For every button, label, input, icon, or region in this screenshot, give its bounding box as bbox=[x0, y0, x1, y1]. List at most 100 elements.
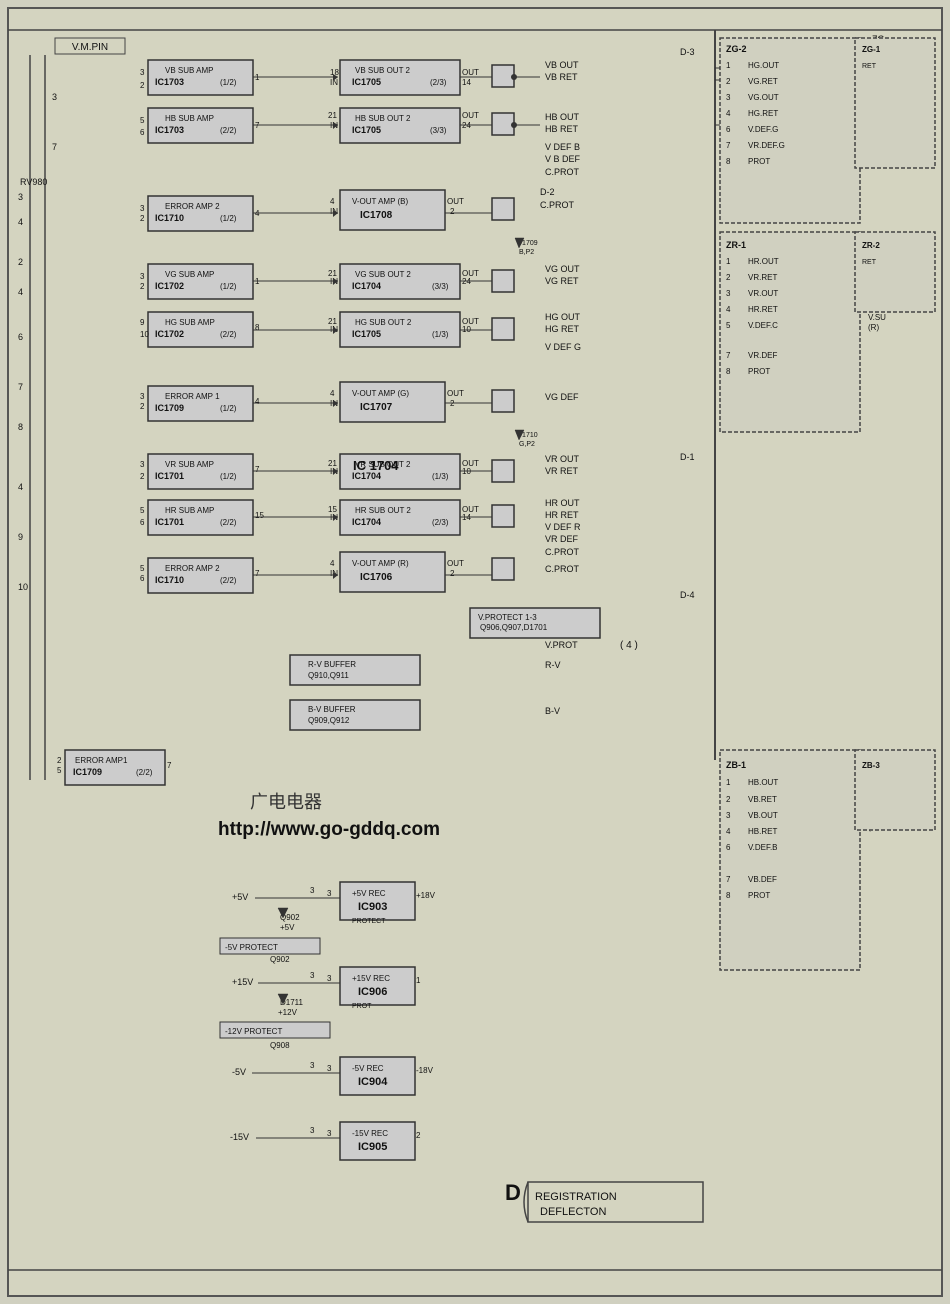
svg-text:3: 3 bbox=[140, 272, 145, 281]
svg-text:VR.DEF.G: VR.DEF.G bbox=[748, 141, 785, 150]
svg-text:ERROR AMP 1: ERROR AMP 1 bbox=[165, 392, 220, 401]
svg-text:6: 6 bbox=[140, 128, 145, 137]
svg-text:V B DEF: V B DEF bbox=[545, 154, 581, 164]
svg-text:3: 3 bbox=[310, 1061, 315, 1070]
svg-text:(1/3): (1/3) bbox=[432, 330, 449, 339]
svg-text:Q910,Q911: Q910,Q911 bbox=[308, 671, 349, 680]
svg-text:(1/2): (1/2) bbox=[220, 214, 237, 223]
svg-text:IC1701: IC1701 bbox=[155, 517, 184, 527]
section-name-line2: DEFLECTON bbox=[540, 1206, 606, 1218]
svg-text:HG.RET: HG.RET bbox=[748, 109, 778, 118]
svg-text:Q902: Q902 bbox=[270, 955, 290, 964]
svg-text:R-V BUFFER: R-V BUFFER bbox=[308, 660, 356, 669]
svg-text:2: 2 bbox=[140, 472, 145, 481]
svg-text:4: 4 bbox=[330, 389, 335, 398]
svg-text:IC1709: IC1709 bbox=[155, 403, 184, 413]
svg-text:(1/2): (1/2) bbox=[220, 78, 237, 87]
svg-text:7: 7 bbox=[726, 875, 731, 884]
svg-text:OUT: OUT bbox=[447, 197, 464, 206]
svg-text:IC1708: IC1708 bbox=[360, 210, 393, 221]
svg-text:8: 8 bbox=[255, 323, 260, 332]
svg-text:VG SUB OUT 2: VG SUB OUT 2 bbox=[355, 270, 411, 279]
svg-text:G,P2: G,P2 bbox=[519, 441, 535, 448]
svg-text:V-OUT AMP (G): V-OUT AMP (G) bbox=[352, 389, 409, 398]
svg-text:Q908: Q908 bbox=[270, 1041, 290, 1050]
svg-text:VG RET: VG RET bbox=[545, 276, 579, 286]
svg-text:VR OUT: VR OUT bbox=[545, 454, 580, 464]
svg-text:B,P2: B,P2 bbox=[519, 249, 534, 256]
svg-text:IC905: IC905 bbox=[358, 1141, 387, 1153]
svg-text:HR OUT: HR OUT bbox=[545, 498, 580, 508]
svg-text:V.PROTECT 1-3: V.PROTECT 1-3 bbox=[478, 613, 537, 622]
svg-text:4: 4 bbox=[18, 287, 23, 297]
svg-text:6: 6 bbox=[726, 843, 731, 852]
svg-text:C.PROT: C.PROT bbox=[545, 564, 580, 574]
svg-text:V DEF B: V DEF B bbox=[545, 142, 580, 152]
svg-text:VG DEF: VG DEF bbox=[545, 392, 579, 402]
svg-text:8: 8 bbox=[726, 367, 731, 376]
svg-text:9: 9 bbox=[140, 318, 145, 327]
svg-text:4: 4 bbox=[255, 397, 260, 406]
svg-text:1: 1 bbox=[726, 778, 731, 787]
svg-text:ERROR AMP 2: ERROR AMP 2 bbox=[165, 564, 220, 573]
svg-text:+12V: +12V bbox=[278, 1008, 298, 1017]
svg-text:D-3: D-3 bbox=[680, 47, 695, 57]
svg-text:2: 2 bbox=[140, 282, 145, 291]
svg-text:V.PROT: V.PROT bbox=[545, 640, 578, 650]
svg-text:HB OUT: HB OUT bbox=[545, 112, 580, 122]
svg-text:OUT: OUT bbox=[447, 389, 464, 398]
svg-text:VG.OUT: VG.OUT bbox=[748, 93, 779, 102]
svg-text:2: 2 bbox=[450, 207, 455, 216]
svg-text:21: 21 bbox=[328, 111, 337, 120]
svg-text:HR.OUT: HR.OUT bbox=[748, 257, 779, 266]
svg-text:3: 3 bbox=[726, 811, 731, 820]
svg-text:VG SUB AMP: VG SUB AMP bbox=[165, 270, 214, 279]
svg-text:(3/3): (3/3) bbox=[432, 282, 449, 291]
svg-text:(1/2): (1/2) bbox=[220, 404, 237, 413]
svg-text:IC1710: IC1710 bbox=[155, 213, 184, 223]
svg-text:(2/2): (2/2) bbox=[220, 330, 237, 339]
svg-text:+15V REC: +15V REC bbox=[352, 974, 390, 983]
svg-text:-15V: -15V bbox=[230, 1132, 249, 1142]
svg-text:VR RET: VR RET bbox=[545, 466, 579, 476]
svg-text:3: 3 bbox=[327, 1064, 332, 1073]
svg-text:7: 7 bbox=[167, 761, 172, 770]
svg-text:(R): (R) bbox=[868, 323, 879, 332]
svg-text:HG.OUT: HG.OUT bbox=[748, 61, 779, 70]
svg-text:HB.OUT: HB.OUT bbox=[748, 778, 778, 787]
svg-text:4: 4 bbox=[18, 217, 23, 227]
svg-text:6: 6 bbox=[140, 518, 145, 527]
svg-text:Q909,Q912: Q909,Q912 bbox=[308, 716, 350, 725]
svg-text:3: 3 bbox=[140, 392, 145, 401]
svg-text:3: 3 bbox=[140, 68, 145, 77]
svg-text:7: 7 bbox=[726, 141, 731, 150]
svg-text:V DEF R: V DEF R bbox=[545, 522, 581, 532]
svg-text:IC1705: IC1705 bbox=[352, 125, 381, 135]
svg-text:8: 8 bbox=[726, 157, 731, 166]
svg-text:HG OUT: HG OUT bbox=[545, 312, 581, 322]
svg-text:HB.RET: HB.RET bbox=[748, 827, 777, 836]
svg-text:( 4 ): ( 4 ) bbox=[620, 640, 638, 651]
svg-text:6: 6 bbox=[140, 574, 145, 583]
schematic-svg: V.M.PIN RV980 3 7 3 4 2 4 6 7 8 4 9 10 V… bbox=[0, 0, 950, 1304]
svg-text:2: 2 bbox=[140, 81, 145, 90]
svg-text:VG OUT: VG OUT bbox=[545, 264, 580, 274]
svg-text:6: 6 bbox=[18, 332, 23, 342]
svg-text:IC904: IC904 bbox=[358, 1076, 388, 1088]
svg-text:+15V: +15V bbox=[232, 977, 253, 987]
svg-text:RET: RET bbox=[862, 259, 877, 266]
svg-text:7: 7 bbox=[726, 351, 731, 360]
svg-text:-15V REC: -15V REC bbox=[352, 1129, 388, 1138]
svg-text:VR DEF: VR DEF bbox=[545, 534, 579, 544]
svg-text:4: 4 bbox=[18, 482, 23, 492]
svg-text:(1/3): (1/3) bbox=[432, 472, 449, 481]
svg-text:VG.RET: VG.RET bbox=[748, 77, 778, 86]
ic1704-label: IC 1704 bbox=[353, 458, 399, 473]
svg-text:HR RET: HR RET bbox=[545, 510, 579, 520]
svg-text:8: 8 bbox=[726, 891, 731, 900]
svg-text:B-V: B-V bbox=[545, 706, 560, 716]
svg-text:3: 3 bbox=[726, 93, 731, 102]
svg-text:7: 7 bbox=[18, 382, 23, 392]
svg-text:D-1: D-1 bbox=[680, 452, 695, 462]
svg-text:2: 2 bbox=[726, 795, 731, 804]
